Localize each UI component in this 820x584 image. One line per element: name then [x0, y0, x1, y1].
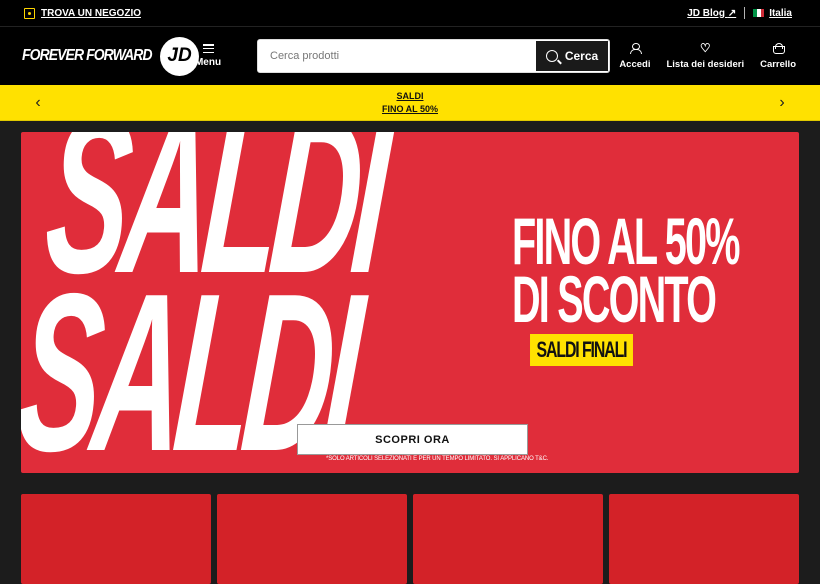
header-actions: Accedi ♡ Lista dei desideri Carrello	[619, 40, 796, 70]
shopping-bag-icon	[772, 42, 786, 54]
store-locator[interactable]: TROVA UN NEGOZIO	[24, 7, 141, 19]
menu-button[interactable]: Menu	[183, 44, 233, 68]
hero-banner[interactable]: SALDI SALDI FINO AL 50% DI SCONTO SALDI …	[21, 132, 799, 473]
cta-button[interactable]: SCOPRI ORA	[297, 424, 528, 455]
account-button[interactable]: Accedi	[619, 42, 651, 70]
hero-badge: SALDI FINALI	[529, 334, 633, 366]
search-input[interactable]	[258, 40, 535, 72]
country-selector[interactable]: Italia	[753, 8, 792, 19]
chevron-left-icon[interactable]: ‹	[30, 94, 46, 112]
wishlist-button[interactable]: ♡ Lista dei desideri	[666, 40, 745, 70]
main-header: FOREVER FORWARD JD Menu Cerca Accedi ♡ L…	[0, 26, 820, 85]
hero-copy: FINO AL 50% DI SCONTO SALDI FINALI	[466, 208, 740, 366]
category-tile[interactable]	[21, 494, 211, 584]
blog-link[interactable]: JD Blog ↗	[687, 8, 736, 19]
divider	[744, 7, 746, 19]
blog-label: JD Blog	[687, 7, 726, 19]
topbar-right: JD Blog ↗ Italia	[687, 7, 792, 19]
cart-button[interactable]: Carrello	[760, 42, 796, 70]
promo-carousel-bar: ‹ SALDI FINO AL 50% ›	[0, 85, 820, 121]
hero-disclaimer: *SOLO ARTICOLI SELEZIONATI E PER UN TEMP…	[326, 456, 549, 462]
italy-flag-icon	[753, 8, 765, 17]
cart-label: Carrello	[760, 58, 796, 70]
search-button-label: Cerca	[564, 49, 599, 63]
heart-icon: ♡	[699, 40, 711, 55]
wishlist-label: Lista dei desideri	[666, 58, 745, 70]
store-locator-link[interactable]: TROVA UN NEGOZIO	[41, 8, 141, 19]
store-pin-icon	[24, 7, 35, 19]
category-tile[interactable]	[413, 494, 603, 584]
logo[interactable]: FOREVER FORWARD JD	[22, 36, 200, 76]
top-utility-bar: TROVA UN NEGOZIO JD Blog ↗ Italia	[0, 0, 820, 26]
chevron-right-icon[interactable]: ›	[774, 94, 790, 112]
promo-link-saldi[interactable]: SALDI	[382, 90, 438, 103]
search-icon	[545, 50, 558, 62]
external-link-icon: ↗	[727, 7, 737, 19]
country-label: Italia	[769, 7, 792, 19]
logo-tagline: FOREVER FORWARD	[22, 47, 153, 64]
account-label: Accedi	[619, 58, 651, 70]
category-tile[interactable]	[609, 494, 799, 584]
search-bar: Cerca	[257, 39, 610, 73]
promo-link-discount[interactable]: FINO AL 50%	[382, 103, 438, 116]
category-tiles	[21, 494, 799, 584]
promo-message: SALDI FINO AL 50%	[382, 90, 438, 116]
hero-headline-line2: DI SCONTO	[512, 262, 717, 336]
hamburger-icon	[202, 44, 214, 53]
user-icon	[629, 42, 642, 54]
category-tile[interactable]	[217, 494, 407, 584]
menu-label: Menu	[194, 57, 222, 68]
search-button[interactable]: Cerca	[535, 40, 609, 72]
